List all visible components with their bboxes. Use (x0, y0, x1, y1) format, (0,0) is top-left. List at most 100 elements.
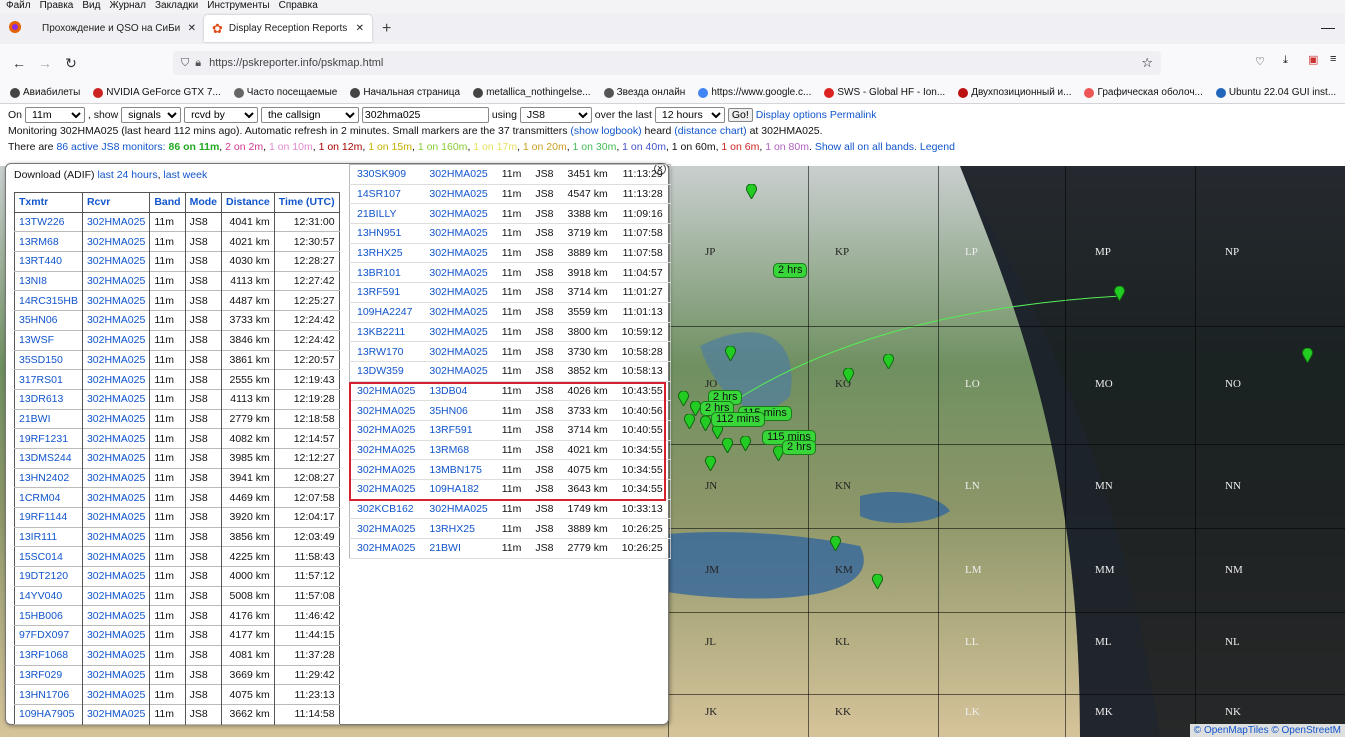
callsign-link[interactable]: 14SR107 (350, 184, 423, 204)
callsign-link[interactable]: 13HN951 (350, 224, 423, 244)
station-marker-icon[interactable] (872, 573, 883, 591)
show-logbook-link[interactable]: (show logbook) (570, 125, 641, 137)
band-count[interactable]: 1 on 30m (573, 141, 617, 153)
firefox-menu-icon[interactable] (8, 20, 28, 37)
reload-icon[interactable]: ↻ (58, 55, 84, 72)
station-marker-icon[interactable] (746, 183, 757, 201)
callsign-link[interactable]: 13RF029 (15, 665, 83, 685)
menu-item[interactable]: Вид (82, 0, 100, 13)
callsign-link[interactable]: 302HMA025 (81, 605, 150, 626)
callsign-link[interactable]: 302HMA025 (81, 704, 150, 725)
column-header[interactable]: Time (UTC) (273, 192, 340, 213)
bookmark-item[interactable]: Часто посещаемые (233, 87, 337, 98)
station-marker-icon[interactable] (1302, 347, 1313, 365)
callsign-link[interactable]: 13RHX25 (422, 519, 494, 539)
callsign-link[interactable]: 302HMA025 (422, 322, 494, 342)
station-marker-icon[interactable] (722, 437, 733, 455)
bookmark-item[interactable]: Начальная страница (350, 87, 460, 98)
downloads-icon[interactable]: ⤓ (1283, 54, 1288, 67)
station-marker-icon[interactable] (883, 353, 894, 371)
pocket-icon[interactable]: ♡ (1255, 55, 1265, 68)
station-marker-icon[interactable] (843, 367, 854, 385)
display-options-link[interactable]: Display options (756, 109, 827, 121)
column-header[interactable]: Rcvr (81, 192, 150, 213)
callsign-link[interactable]: 14RC315HB (15, 291, 83, 311)
callsign-link[interactable]: 302HMA025 (350, 539, 423, 559)
direction-select[interactable]: rcvd by (184, 107, 259, 124)
callsign-link[interactable]: 15SC014 (15, 547, 83, 567)
callsign-link[interactable]: 302HMA025 (81, 290, 150, 311)
callsign-link[interactable]: 13RHX25 (350, 243, 423, 263)
menu-item[interactable]: Файл (6, 0, 31, 13)
station-marker-icon[interactable] (705, 455, 716, 473)
forward-icon[interactable]: → (32, 55, 58, 71)
column-header[interactable]: Band (149, 192, 186, 213)
callsign-link[interactable]: 13BR101 (350, 263, 423, 283)
station-marker-icon[interactable] (725, 345, 736, 363)
callsign-link[interactable]: 302HMA025 (81, 527, 150, 547)
callsign-link[interactable]: 1CRM04 (15, 488, 83, 508)
callsign-link[interactable]: 302KCB162 (350, 499, 423, 519)
band-count[interactable]: 1 on 60m (672, 141, 716, 153)
band-count[interactable]: 1 on 12m (319, 141, 363, 153)
address-bar[interactable]: ⛉ 🔒︎ https://pskreporter.info/pskmap.htm… (173, 51, 1161, 75)
callsign-link[interactable]: 13HN1706 (15, 685, 83, 705)
column-header[interactable]: Mode (184, 192, 222, 213)
band-count[interactable]: 1 on 160m (418, 141, 468, 153)
callsign-link[interactable]: 317RS01 (15, 370, 83, 390)
band-count[interactable]: 1 on 80m (765, 141, 809, 153)
callsign-link[interactable]: 302HMA025 (81, 645, 150, 665)
band-count[interactable]: 86 on 11m (169, 141, 220, 153)
permalink-link[interactable]: Permalink (830, 109, 877, 121)
callsign-link[interactable]: 13DR613 (15, 389, 83, 409)
bookmark-item[interactable]: SWS - Global HF - Ion... (824, 87, 945, 98)
active-monitors-link[interactable]: 86 active JS8 monitors: (56, 141, 165, 153)
callsign-link[interactable]: 13RF1068 (15, 645, 83, 665)
callsign-link[interactable]: 302HMA025 (350, 519, 423, 539)
station-marker-icon[interactable] (740, 435, 751, 453)
bookmark-item[interactable]: Двухпозиционный и... (958, 87, 1071, 98)
callsign-link[interactable]: 35SD150 (15, 350, 83, 370)
time-bubble[interactable]: 2 hrs (773, 263, 808, 278)
callsign-link[interactable]: 97FDX097 (15, 626, 83, 646)
band-count[interactable]: 1 on 6m (721, 141, 759, 153)
column-header[interactable]: Distance (221, 192, 275, 213)
url-text[interactable]: https://pskreporter.info/pskmap.html (209, 57, 383, 69)
callsign-link[interactable]: 302HMA025 (422, 184, 494, 204)
callsign-link[interactable]: 302HMA025 (81, 271, 150, 291)
tab-cb-qso[interactable]: Прохождение и QSO на СиБи (27 М ✕ (34, 15, 204, 42)
callsign-link[interactable]: 21BWI (422, 539, 494, 559)
lock-icon[interactable]: 🔒︎ (195, 57, 201, 70)
callsign-link[interactable]: 302HMA025 (81, 251, 150, 272)
callsign-input[interactable] (361, 107, 489, 124)
callsign-link[interactable]: 19DT2120 (15, 567, 83, 587)
band-count[interactable]: 2 on 2m (225, 141, 263, 153)
band-count[interactable]: 1 on 17m (473, 141, 517, 153)
callsign-link[interactable]: 302HMA025 (81, 428, 150, 449)
callsign-link[interactable]: 302HMA025 (422, 263, 494, 283)
callsign-link[interactable]: 302HMA025 (422, 302, 494, 322)
callsign-link[interactable]: 302HMA025 (422, 204, 494, 224)
callsign-link[interactable]: 302HMA025 (81, 409, 150, 429)
callsign-link[interactable]: 302HMA025 (81, 625, 150, 646)
time-bubble[interactable]: 2 hrs (782, 440, 817, 455)
column-header[interactable]: Txmtr (14, 192, 83, 213)
distance-chart-link[interactable]: (distance chart) (674, 125, 746, 137)
callsign-link[interactable]: 13RF591 (350, 283, 423, 303)
new-tab-icon[interactable]: + (382, 20, 391, 38)
callsign-link[interactable]: 302HMA025 (81, 310, 150, 331)
callsign-link[interactable]: 35HN06 (15, 311, 83, 331)
close-tab-icon[interactable]: ✕ (188, 23, 196, 34)
menu-item[interactable]: Справка (279, 0, 318, 13)
menu-item[interactable]: Правка (40, 0, 74, 13)
extensions-icon[interactable]: ▣ (1308, 53, 1318, 66)
callsign-link[interactable]: 13WSF (15, 330, 83, 350)
show-select[interactable]: signals (121, 107, 182, 124)
callsign-link[interactable]: 13RT440 (15, 252, 83, 272)
callsign-link[interactable]: 13DW359 (350, 361, 423, 381)
callsign-link[interactable]: 302HMA025 (81, 231, 150, 252)
callsign-link[interactable]: 302HMA025 (81, 389, 150, 410)
callsign-link[interactable]: 21BWI (15, 409, 83, 429)
band-count[interactable]: 1 on 15m (368, 141, 412, 153)
callsign-link[interactable]: 13TW226 (15, 212, 83, 232)
